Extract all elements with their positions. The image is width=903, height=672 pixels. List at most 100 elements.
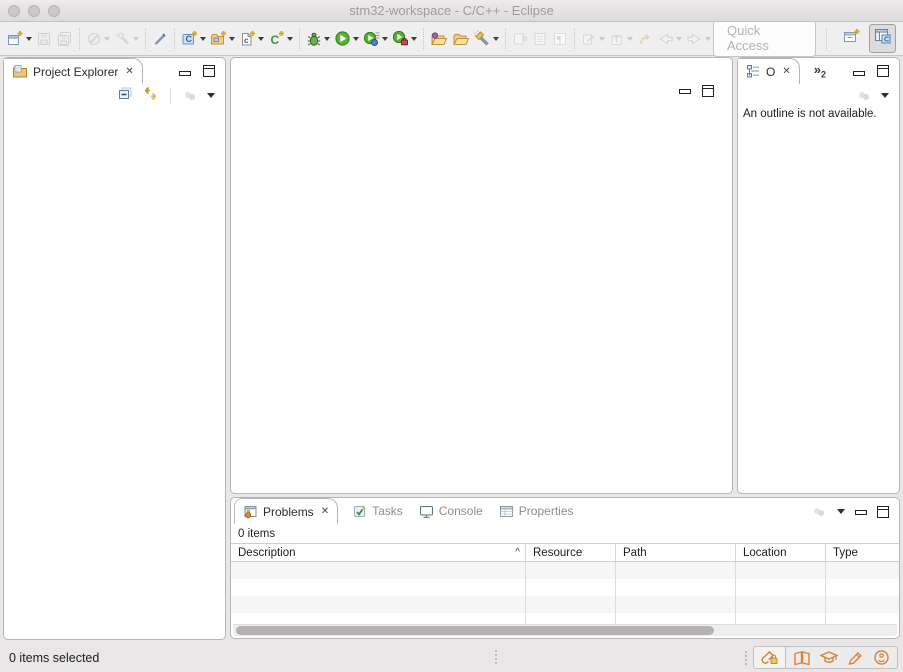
new-source-folder-icon <box>210 30 227 47</box>
editor-area[interactable] <box>230 57 733 494</box>
view-menu-icon[interactable] <box>811 505 827 519</box>
back-arrow-icon <box>657 31 674 47</box>
toolbar-separator <box>574 28 575 49</box>
column-header-description[interactable]: Description ^ <box>231 544 526 561</box>
minimize-editor-button[interactable] <box>679 89 691 94</box>
new-c-project-button[interactable]: C <box>179 29 208 48</box>
show-whitespace-button[interactable]: ¶ <box>550 30 570 48</box>
run-icon <box>334 30 351 47</box>
tab-tasks[interactable]: Tasks <box>344 498 411 524</box>
minimize-view-button[interactable] <box>853 71 865 76</box>
build-button[interactable] <box>112 30 141 48</box>
new-wizard-button[interactable] <box>5 29 34 48</box>
maximize-editor-button[interactable] <box>702 85 714 97</box>
view-menu-icon[interactable] <box>856 89 872 103</box>
cpp-perspective-button[interactable]: C <box>869 24 896 53</box>
view-menu-dropdown[interactable] <box>207 93 215 102</box>
new-source-file-button[interactable]: c <box>237 29 266 48</box>
previous-annotation-button[interactable] <box>607 30 635 48</box>
tab-label: Properties <box>519 504 574 518</box>
view-menu-dropdown[interactable] <box>881 93 889 102</box>
column-header-location[interactable]: Location <box>736 544 826 561</box>
forward-button[interactable] <box>684 30 713 48</box>
view-menu-icon[interactable] <box>182 89 198 103</box>
minimize-view-button[interactable] <box>855 510 867 515</box>
trim-drag-handle[interactable] <box>745 651 747 665</box>
toolbar-separator <box>826 28 827 49</box>
debug-bug-icon <box>306 31 322 47</box>
search-button[interactable] <box>472 29 501 48</box>
outline-header: O ✕ »2 <box>738 58 899 84</box>
save-button[interactable] <box>34 30 54 48</box>
perspective-switcher: C <box>839 24 896 53</box>
show-source-button[interactable] <box>530 30 550 48</box>
open-folder-button[interactable] <box>450 30 472 48</box>
column-header-path[interactable]: Path <box>616 544 736 561</box>
more-views-chevron[interactable]: »2 <box>814 62 826 80</box>
tab-label: Project Explorer <box>33 65 118 79</box>
view-menu-dropdown[interactable] <box>837 509 845 518</box>
next-annotation-button[interactable] <box>579 30 607 48</box>
project-explorer-icon <box>12 64 28 79</box>
next-edit-button[interactable] <box>510 30 530 48</box>
svg-text:C: C <box>271 33 280 47</box>
debug-button[interactable] <box>304 30 332 48</box>
user-assistance-trim <box>753 646 898 669</box>
close-icon[interactable]: ✕ <box>125 67 133 77</box>
document-lines-icon <box>532 31 548 47</box>
link-with-editor-button[interactable] <box>142 86 159 106</box>
minimize-view-button[interactable] <box>179 71 191 76</box>
svg-text:C: C <box>884 37 889 44</box>
back-button[interactable] <box>655 30 684 48</box>
new-source-folder-button[interactable] <box>208 29 237 48</box>
new-class-button[interactable]: C <box>266 29 295 48</box>
tab-project-explorer[interactable]: Project Explorer ✕ <box>4 58 143 84</box>
profile-button[interactable] <box>361 29 390 48</box>
maximize-view-button[interactable] <box>877 506 889 518</box>
close-icon[interactable]: ✕ <box>782 67 790 77</box>
book-icon[interactable] <box>793 650 811 666</box>
sort-ascending-icon: ^ <box>515 547 520 558</box>
graduation-cap-icon[interactable] <box>820 650 838 666</box>
problems-view: Problems ✕ Tasks Console <box>230 497 900 639</box>
selection-status: 0 items selected <box>9 651 99 665</box>
hand-pointer-button[interactable] <box>754 647 786 668</box>
column-header-resource[interactable]: Resource <box>526 544 616 561</box>
minimize-window-button[interactable] <box>28 5 40 17</box>
trim-drag-handle[interactable] <box>495 650 497 664</box>
tab-console[interactable]: Console <box>411 498 491 524</box>
open-element-folder-icon <box>430 31 448 47</box>
open-perspective-button[interactable] <box>839 24 865 53</box>
close-window-button[interactable] <box>8 5 20 17</box>
problems-table-header: Description ^ Resource Path Location Typ… <box>231 543 899 562</box>
last-edit-location-button[interactable] <box>635 30 655 48</box>
svg-text:C: C <box>186 34 193 44</box>
horizontal-scrollbar[interactable] <box>233 624 897 636</box>
toggle-mark-occurrences-button[interactable] <box>150 30 170 48</box>
new-c-project-icon: C <box>181 30 198 47</box>
maximize-view-button[interactable] <box>877 65 889 77</box>
open-element-button[interactable] <box>428 30 450 48</box>
zoom-window-button[interactable] <box>48 5 60 17</box>
pencil-icon[interactable] <box>847 650 864 666</box>
skip-all-breakpoints-button[interactable] <box>84 30 112 48</box>
save-all-button[interactable] <box>54 30 75 48</box>
column-header-type[interactable]: Type <box>826 544 899 561</box>
scrollbar-thumb[interactable] <box>236 626 714 635</box>
tab-problems[interactable]: Problems ✕ <box>234 498 338 524</box>
tab-properties[interactable]: Properties <box>491 498 582 524</box>
divider <box>170 88 171 104</box>
quick-access-input[interactable]: Quick Access <box>713 20 816 57</box>
traffic-lights <box>8 5 60 17</box>
maximize-view-button[interactable] <box>203 65 215 77</box>
project-explorer-view: Project Explorer ✕ <box>3 57 226 640</box>
external-tools-button[interactable] <box>390 29 419 48</box>
tab-outline[interactable]: O ✕ <box>738 58 800 84</box>
badge-circle-icon[interactable] <box>873 649 890 666</box>
close-icon[interactable]: ✕ <box>321 507 329 517</box>
project-explorer-header: Project Explorer ✕ <box>4 58 225 84</box>
collapse-all-button[interactable] <box>117 86 133 106</box>
save-all-icon <box>56 31 73 47</box>
problems-icon <box>243 504 258 519</box>
run-button[interactable] <box>332 29 361 48</box>
